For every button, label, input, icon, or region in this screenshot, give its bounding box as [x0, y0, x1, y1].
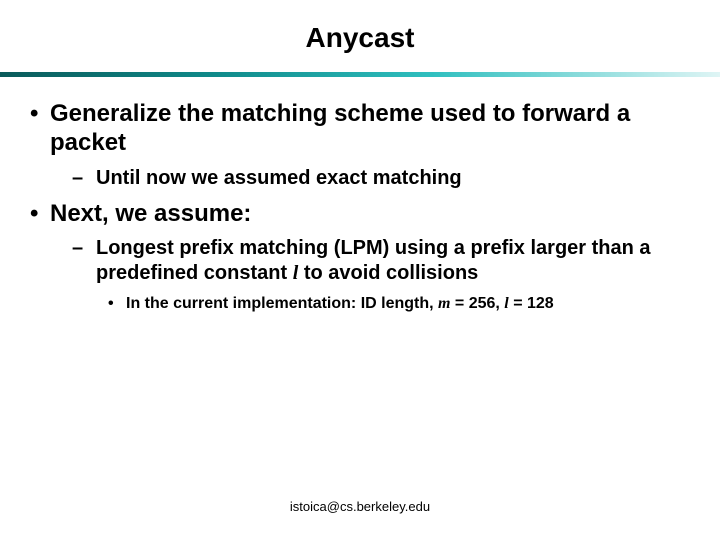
bullet-text-mid: = 256, — [450, 295, 504, 312]
bullet-text: Until now we assumed exact matching — [96, 167, 462, 189]
bullet-icon: • — [30, 199, 50, 228]
bullet-level3: •In the current implementation: ID lengt… — [22, 294, 698, 315]
slide-footer: istoica@cs.berkeley.edu — [0, 499, 720, 514]
slide-title: Anycast — [0, 0, 720, 68]
bullet-text-pre: In the current implementation: ID length… — [126, 295, 438, 312]
bullet-text-post: = 128 — [509, 295, 554, 312]
slide: Anycast •Generalize the matching scheme … — [0, 0, 720, 540]
bullet-level2: –Until now we assumed exact matching — [22, 166, 698, 191]
var-m: m — [438, 295, 450, 312]
bullet-level2: –Longest prefix matching (LPM) using a p… — [22, 236, 698, 286]
bullet-level1: •Generalize the matching scheme used to … — [22, 99, 698, 158]
slide-body: •Generalize the matching scheme used to … — [0, 77, 720, 315]
dash-icon: – — [72, 166, 96, 191]
dash-icon: – — [72, 236, 96, 261]
bullet-icon: • — [108, 294, 126, 315]
bullet-icon: • — [30, 99, 50, 128]
bullet-text: Next, we assume: — [50, 200, 251, 227]
bullet-text: Generalize the matching scheme used to f… — [50, 100, 630, 156]
bullet-text-post: to avoid collisions — [298, 262, 478, 284]
bullet-level1: •Next, we assume: — [22, 199, 698, 228]
